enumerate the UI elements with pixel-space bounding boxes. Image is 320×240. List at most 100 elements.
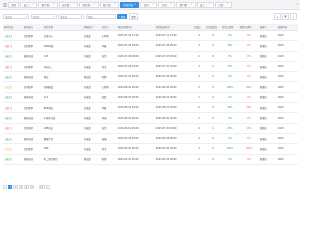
close-icon[interactable]: × <box>170 3 172 6</box>
filter-select-3[interactable]: 请选择 ▾ <box>58 14 84 19</box>
table-cell: 2023 <box>277 133 298 145</box>
add-button[interactable]: + <box>274 13 281 20</box>
close-icon[interactable]: × <box>152 3 154 6</box>
table-cell: 2023-05-20 09:00 <box>117 143 155 155</box>
tab-label: 财务管… <box>82 3 93 7</box>
table-cell: 管理员 <box>259 71 277 83</box>
table-cell: 王晓明 <box>101 81 117 93</box>
close-icon[interactable]: × <box>53 3 55 6</box>
table-cell: 0% <box>239 40 259 52</box>
table-row[interactable]: 【未开】 商机商谈 小程序开发 开发部 孙丽 2023-06-05 00:00 2023-0… <box>3 112 298 124</box>
close-icon[interactable]: × <box>134 3 136 6</box>
table-row[interactable]: 【已完】 合同签单 ABC 开发部 刘洋 2023-05-20 09:00 2023-05-… <box>3 143 298 155</box>
pagination-ellipsis: … <box>35 185 38 189</box>
page-button[interactable]: 3 <box>18 184 24 190</box>
table-cell: 2023-07-31 10:00 <box>155 61 193 73</box>
page-button[interactable]: 5 <box>29 184 35 190</box>
table-cell: 0% <box>221 71 239 83</box>
next-page-button[interactable]: › <box>45 184 50 190</box>
table-cell: 2023-07-06 00:00 <box>117 51 155 62</box>
filter-select-2[interactable]: 请选择 ▾ <box>30 14 57 19</box>
plus-icon: + <box>276 14 279 19</box>
tab-6[interactable]: 项目列表 × <box>120 1 140 8</box>
tabs-more-icon[interactable]: » <box>297 2 299 6</box>
tab-8[interactable]: 合同… × <box>158 1 176 8</box>
table-cell: OA办公 <box>43 61 83 73</box>
table-row[interactable]: 【未开】 商机商谈 111 开发部 赵磊 2023-06-15 00:00 2023-06-… <box>3 92 298 104</box>
filter-select-1-value: 请选择 <box>5 15 12 19</box>
table-row[interactable]: 【未开】 商机商谈 123 开发部 张伟 2023-07-06 00:00 2023-07-… <box>3 51 298 62</box>
table-cell: 数据平台 <box>43 133 83 145</box>
filter-keyword-input[interactable]: 请输入 <box>85 14 116 19</box>
tab-label: 仓库管… <box>61 3 72 7</box>
menu-toggle-icon[interactable] <box>2 2 7 7</box>
table-cell: 2023-06-28 00:00 <box>155 133 193 145</box>
table-cell: 2023 <box>277 30 298 42</box>
table-cell: 合同签单 <box>23 40 43 52</box>
table-cell: 合同签单 <box>23 102 43 114</box>
prev-page-button[interactable]: ‹ <box>3 184 7 190</box>
table-cell: 开发部 <box>83 30 101 42</box>
table-row[interactable]: 【未开】 合同签单 开发中心 开发部 王晓明 2023-07-10 15:20 2023-0… <box>3 30 298 42</box>
page-button[interactable]: 4 <box>24 184 29 190</box>
close-icon[interactable]: × <box>73 3 75 6</box>
close-icon[interactable]: × <box>209 3 211 6</box>
table-cell: 测试部 <box>83 71 101 83</box>
close-icon[interactable]: × <box>32 3 34 6</box>
export-button[interactable]: ⤓ <box>290 13 297 20</box>
table-row[interactable]: 【未开】 商机商谈 不二测试项目 测试部 陈静 2023-05-15 00:00 2023-… <box>3 154 298 165</box>
tab-11[interactable]: 人事… × <box>214 1 232 8</box>
table-cell: 2 <box>193 51 205 62</box>
filter-select-1[interactable]: 请选择 ▾ <box>3 14 29 19</box>
table-row[interactable]: 【已完】 合同签单 官网建设 开发部 王晓明 2023-06-20 09:00 2023-0… <box>3 81 298 93</box>
table-cell: 2023-07-03 00:00 <box>117 71 155 83</box>
table-row[interactable]: 【未开】 商机商谈 测试 测试部 陈静 2023-07-03 00:00 2023-07-0… <box>3 71 298 83</box>
table-cell: 2023-05-16 00:00 <box>155 154 193 165</box>
tab-2[interactable]: 客户管… × <box>38 1 58 8</box>
table-cell: 商机商谈 <box>23 71 43 83</box>
tab-5[interactable]: 客户发… × <box>99 1 119 8</box>
table-cell: 管理员 <box>259 81 277 93</box>
table-cell: 50% <box>221 102 239 114</box>
table-cell: 2023 <box>277 61 298 73</box>
tab-10[interactable]: 员工… × <box>196 1 214 8</box>
search-button[interactable]: ⌕ 搜索 <box>117 14 128 19</box>
search-button-label: 搜索 <box>120 15 126 19</box>
table-cell: 开发部 <box>83 102 101 114</box>
table-cell: 开发部 <box>83 81 101 93</box>
table-cell: 合同签单 <box>23 143 43 155</box>
filter-keyword-placeholder: 请输入 <box>87 15 95 19</box>
table-cell: 0 <box>205 112 221 124</box>
table-cell: 2023-06-05 00:00 <box>117 112 155 124</box>
table-cell: 2023-06-20 00:00 <box>155 112 193 124</box>
table-cell: 刘洋 <box>101 143 117 155</box>
table-cell: 2023-07-04 10:00 <box>117 61 155 73</box>
table-cell: 2023-06-15 00:00 <box>117 92 155 104</box>
tab-7[interactable]: 任务… × <box>140 1 158 8</box>
table-cell: 0 <box>193 154 205 165</box>
page-button[interactable]: 2 <box>13 184 18 190</box>
tab-1[interactable]: 员工… × <box>20 1 38 8</box>
close-icon[interactable]: × <box>227 3 229 6</box>
table-row[interactable]: 【进行】 合同签单 ERP系统 开发部 李敏 2023-06-10 09:00 2023-0… <box>3 102 298 114</box>
table-cell: 管理员 <box>259 143 277 155</box>
table-cell: 管理员 <box>259 92 277 104</box>
close-icon[interactable]: × <box>191 3 193 6</box>
table-row[interactable]: 【未开】 商机商谈 数据平台 开发部 周强 2023-05-28 00:00 2023-06… <box>3 133 298 145</box>
tab-9[interactable]: 部门管… × <box>176 1 196 8</box>
close-icon[interactable]: × <box>114 3 116 6</box>
page-button[interactable]: 1 <box>8 184 13 190</box>
tab-0[interactable]: 首页 <box>8 1 20 8</box>
table-row[interactable]: 【进行】 合同签单 CRM系统 开发部 李敏 2023-07-06 09:00 2023-0… <box>3 40 298 52</box>
tab-3[interactable]: 仓库管… × <box>58 1 79 8</box>
reset-button[interactable]: 重置 <box>128 13 139 20</box>
tab-4[interactable]: 财务管… × <box>79 1 99 8</box>
table-cell: 0 <box>193 133 205 145</box>
page-button-last[interactable]: 12 <box>38 184 45 190</box>
table-row[interactable]: 【进行】 合同签单 APP开发 开发部 张伟 2023-06-01 09:00 2023-0… <box>3 123 298 134</box>
table-cell: 2023-08-10 09:00 <box>155 102 193 114</box>
close-icon[interactable]: × <box>94 3 96 6</box>
table-cell: ERP系统 <box>43 102 83 114</box>
columns-button[interactable]: ▦ <box>282 13 289 20</box>
table-row[interactable]: 【进行】 合同签单 OA办公 开发部 刘洋 2023-07-04 10:00 2023-07… <box>3 61 298 73</box>
